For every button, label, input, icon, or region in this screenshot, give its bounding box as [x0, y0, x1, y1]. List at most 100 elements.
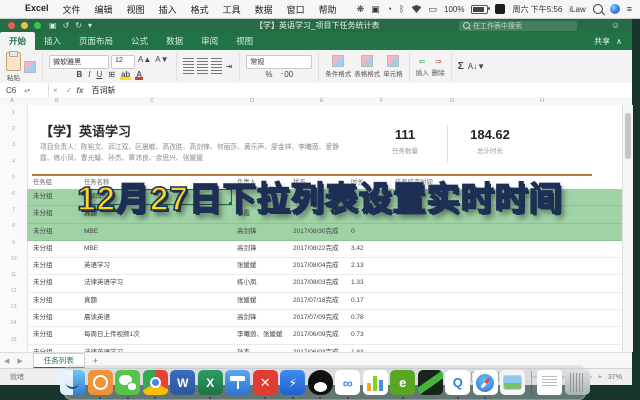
menu-item[interactable]: 窗口 — [280, 3, 312, 16]
input-source-label[interactable]: iLaw — [569, 5, 585, 14]
align-bottom-icon[interactable] — [211, 58, 222, 66]
gallery-icon[interactable]: ▣ — [371, 5, 380, 14]
cell-hours[interactable]: 0.73 — [351, 327, 391, 343]
dock-app-icon[interactable] — [308, 370, 333, 395]
row-number[interactable]: 1 — [0, 105, 27, 121]
dock-app-icon[interactable]: X — [198, 370, 223, 395]
formula-bar-value[interactable]: 百词斩 — [84, 85, 116, 96]
notification-center-icon[interactable]: ≡ — [627, 5, 632, 14]
cell-group[interactable]: 未分组 — [33, 224, 81, 240]
italic-button[interactable]: I — [87, 70, 91, 79]
spotlight-icon[interactable] — [593, 4, 603, 14]
font-name-select[interactable]: 微软雅黑 — [49, 55, 109, 69]
align-left-icon[interactable] — [183, 67, 194, 75]
percent-style-icon[interactable]: % — [264, 70, 273, 79]
paste-icon[interactable] — [6, 52, 21, 71]
siri-icon[interactable] — [610, 4, 620, 14]
dock-app-icon[interactable]: ✕ — [253, 370, 278, 395]
conditional-format-icon[interactable] — [332, 55, 344, 67]
row-number[interactable]: 8 — [0, 218, 27, 234]
display-icon[interactable]: ▭ — [429, 5, 438, 14]
cell-owner[interactable]: 练小凤 — [237, 275, 291, 291]
table-row[interactable]: 未分组 法律英语学习 练小凤 2017/08/03完成 1.33 — [27, 275, 622, 292]
dock-app-icon[interactable]: W — [170, 370, 195, 395]
comma-style-icon[interactable]: ᛫00 — [278, 70, 294, 79]
table-row[interactable]: 未分组 MBE 高剑锋 2017/08/22完成 3.42 — [27, 241, 622, 258]
table-row[interactable]: 未分组 晨读英语 高剑锋 2017/07/09完成 0.78 — [27, 310, 622, 327]
row-number[interactable]: 12 — [0, 283, 27, 299]
close-window-button[interactable] — [8, 22, 15, 29]
row-number-gutter[interactable]: 123456789101112131415 — [0, 105, 28, 352]
row-number[interactable]: 14 — [0, 315, 27, 331]
column-letter[interactable]: C — [150, 98, 154, 104]
delete-cells-icon[interactable]: ⇒ — [435, 57, 442, 66]
cell-hours[interactable]: 0.78 — [351, 310, 391, 326]
dock-app-icon[interactable] — [363, 370, 388, 395]
menu-item[interactable]: 编辑 — [88, 3, 120, 16]
conditional-format-label[interactable]: 条件格式 — [325, 68, 351, 78]
column-letter[interactable]: F — [380, 98, 383, 104]
number-format-select[interactable]: 常规 — [246, 55, 312, 69]
cell-name[interactable]: 法律英语学习 — [84, 275, 232, 291]
grow-font-button[interactable]: A▲ — [137, 55, 152, 69]
align-top-icon[interactable] — [183, 58, 194, 66]
cell-status[interactable]: 2017/08/04完成 — [293, 258, 349, 274]
align-middle-icon[interactable] — [197, 58, 208, 66]
insert-cells-label[interactable]: 插入 — [416, 67, 429, 77]
cell-owner[interactable]: 张媛媛 — [237, 293, 291, 309]
insert-function-icon[interactable]: fx — [76, 86, 83, 95]
cell-status[interactable]: 2017/07/18完成 — [293, 293, 349, 309]
dock-app-icon[interactable] — [418, 370, 443, 395]
dock-app-icon[interactable] — [88, 370, 113, 395]
format-as-table-icon[interactable] — [361, 55, 373, 67]
cell-status[interactable]: 2017/08/03完成 — [293, 275, 349, 291]
cell-name[interactable]: 晨读英语 — [84, 310, 232, 326]
cell-group[interactable]: 未分组 — [33, 241, 81, 257]
table-row[interactable]: 未分组 真题 张媛媛 2017/07/18完成 0.17 — [27, 293, 622, 310]
delete-cells-label[interactable]: 删除 — [432, 67, 445, 77]
undo-icon[interactable]: ↺ — [63, 21, 70, 30]
cell-name[interactable]: MBE — [84, 241, 232, 257]
dock-app-icon[interactable]: Q — [445, 370, 470, 395]
format-as-table-label[interactable]: 表格格式 — [354, 68, 380, 78]
dock-app-icon[interactable]: ⚡ — [280, 370, 305, 395]
row-number[interactable]: 15 — [0, 332, 27, 348]
wrap-text-icon[interactable]: ⇥ — [225, 62, 234, 71]
underline-button[interactable]: U — [95, 70, 103, 79]
wifi-icon[interactable] — [412, 5, 422, 13]
row-number[interactable]: 3 — [0, 137, 27, 153]
clock-icon[interactable]: ◔ — [387, 5, 392, 14]
trash-icon[interactable] — [565, 370, 590, 395]
cell-name[interactable]: 每周日上传视频1次 — [84, 327, 232, 343]
cell-owner[interactable]: 孙杰 — [237, 345, 291, 352]
column-letter[interactable]: H — [540, 98, 544, 104]
menu-item[interactable]: 帮助 — [312, 3, 344, 16]
bold-button[interactable]: B — [75, 70, 83, 79]
column-letter[interactable]: E — [320, 98, 324, 104]
dock-app-icon[interactable] — [473, 370, 498, 395]
cell-hours[interactable]: 1.83 — [351, 345, 391, 352]
menubar-clock[interactable]: 周六 下午5:56 — [512, 4, 562, 15]
feedback-smiley-icon[interactable]: ☺ — [611, 20, 620, 30]
menu-item[interactable]: Excel — [18, 3, 56, 16]
collapse-ribbon-icon[interactable]: ∧ — [616, 37, 622, 46]
ribbon-tab[interactable]: 开始 — [0, 32, 35, 50]
cell-styles-label[interactable]: 单元格 — [383, 68, 403, 78]
name-box[interactable]: C6▴▾ — [0, 83, 49, 97]
menu-item[interactable]: 插入 — [152, 3, 184, 16]
cell-name[interactable]: 英语学习 — [84, 258, 232, 274]
prev-sheet-icon[interactable]: ◀ — [0, 357, 13, 365]
column-letter[interactable]: A — [10, 98, 14, 104]
cell-owner[interactable]: 高剑锋 — [237, 310, 291, 326]
menu-item[interactable]: 工具 — [216, 3, 248, 16]
menu-item[interactable]: 格式 — [184, 3, 216, 16]
cell-hours[interactable]: 2.13 — [351, 258, 391, 274]
zoom-in-button[interactable]: + — [598, 374, 602, 381]
row-number[interactable]: 2 — [0, 121, 27, 137]
ribbon-tab[interactable]: 页面布局 — [70, 32, 122, 50]
font-color-icon[interactable]: A — [135, 70, 143, 79]
fill-color-icon[interactable]: ab — [120, 70, 131, 79]
autosum-icon[interactable]: Σ — [458, 61, 464, 72]
font-size-select[interactable]: 12 — [111, 55, 135, 69]
share-button[interactable]: 共享 — [594, 36, 610, 47]
